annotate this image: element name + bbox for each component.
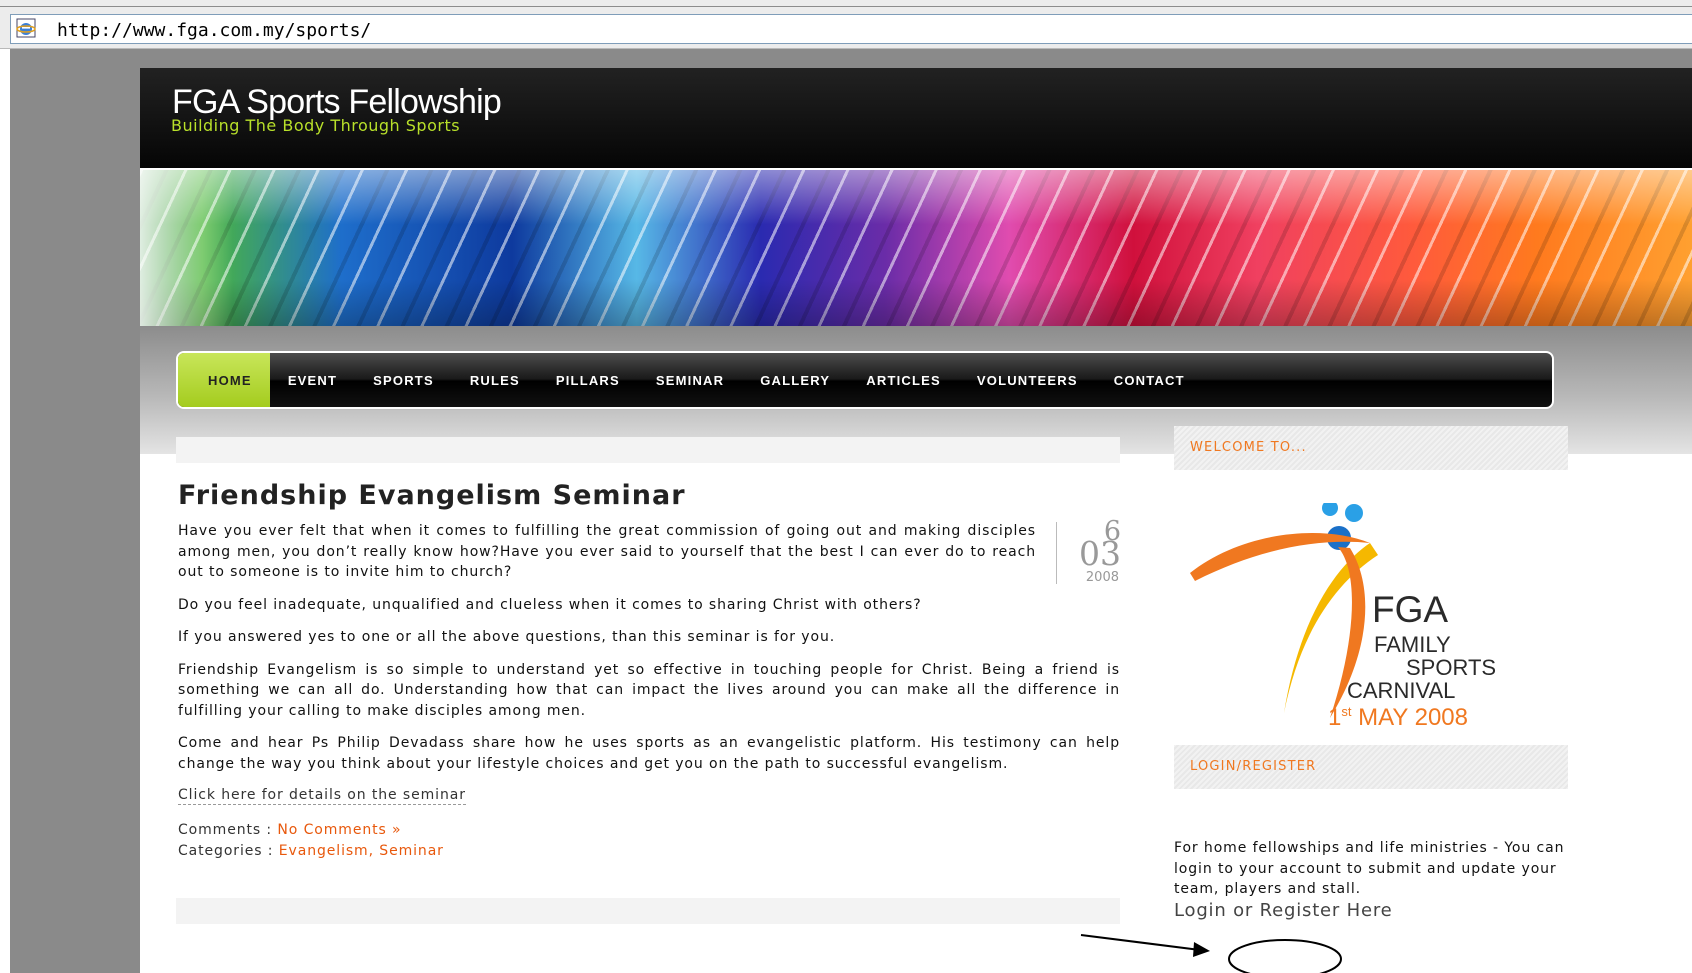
logo-date-rest: MAY 2008 <box>1351 704 1469 731</box>
main-navigation: HOME EVENT SPORTS RULES PILLARS SEMINAR GALLER… <box>176 351 1554 409</box>
content-top-bar <box>176 437 1120 463</box>
content-bottom-bar <box>176 898 1120 924</box>
nav-item-contact[interactable]: CONTACT <box>1096 353 1203 407</box>
nav-item-sports[interactable]: SPORTS <box>355 353 452 407</box>
logo-carnival-text: CARNIVAL <box>1347 678 1456 703</box>
welcome-heading-text: WELCOME TO... <box>1190 440 1307 455</box>
nav-item-seminar[interactable]: SEMINAR <box>638 353 742 407</box>
web-page: FGA Sports Fellowship Building The Body … <box>140 68 1692 973</box>
toolbar-divider <box>0 6 1692 7</box>
address-field[interactable]: http://www.fga.com.my/sports/ <box>10 14 1692 44</box>
categories-label: Categories : <box>178 843 274 859</box>
site-tagline: Building The Body Through Sports <box>171 116 461 135</box>
post-paragraph: Do you feel inadequate, unqualified and … <box>178 596 922 613</box>
post-paragraph: Come and hear Ps Philip Devadass share h… <box>178 735 1120 772</box>
register-link[interactable]: or Register Here <box>1227 900 1393 921</box>
welcome-heading: WELCOME TO... <box>1174 426 1568 470</box>
logo-date-day: 1 <box>1328 704 1342 731</box>
browser-address-bar: http://www.fga.com.my/sports/ <box>0 0 1692 49</box>
login-register-links: Login or Register Here <box>1174 900 1393 921</box>
login-link[interactable]: Login <box>1174 900 1227 921</box>
nav-item-gallery[interactable]: GALLERY <box>742 353 848 407</box>
nav-item-volunteers[interactable]: VOLUNTEERS <box>959 353 1096 407</box>
login-description: For home fellowships and life ministries… <box>1174 840 1565 897</box>
logo-date-text: 1st MAY 2008 <box>1328 704 1468 732</box>
nav-item-event[interactable]: EVENT <box>270 353 355 407</box>
login-register-heading: LOGIN/REGISTER <box>1174 745 1568 789</box>
ie-page-icon <box>16 18 36 38</box>
comments-link[interactable]: No Comments » <box>277 822 401 838</box>
nav-item-home[interactable]: HOME <box>178 353 270 407</box>
logo-fga-text: FGA <box>1372 589 1449 630</box>
seminar-details-link[interactable]: Click here for details on the seminar <box>178 787 466 805</box>
post-title[interactable]: Friendship Evangelism Seminar <box>178 480 686 511</box>
comments-label: Comments : <box>178 822 273 838</box>
login-register-heading-text: LOGIN/REGISTER <box>1190 759 1317 774</box>
nav-item-articles[interactable]: ARTICLES <box>848 353 959 407</box>
logo-date-suffix: st <box>1341 704 1352 719</box>
categories-link[interactable]: Evangelism, Seminar <box>279 843 444 859</box>
address-url[interactable]: http://www.fga.com.my/sports/ <box>57 20 371 41</box>
post-paragraph: Have you ever felt that when it comes to… <box>178 523 1036 580</box>
post-paragraph: If you answered yes to one or all the ab… <box>178 629 836 645</box>
nav-item-rules[interactable]: RULES <box>452 353 538 407</box>
nav-item-pillars[interactable]: PILLARS <box>538 353 638 407</box>
post-body: Have you ever felt that when it comes to… <box>178 521 1120 786</box>
post-meta: Comments : No Comments » Categories : Ev… <box>178 820 444 862</box>
site-header: FGA Sports Fellowship Building The Body … <box>140 68 1692 168</box>
post-paragraph: Friendship Evangelism is so simple to un… <box>178 661 1120 719</box>
header-banner-image <box>140 170 1692 326</box>
